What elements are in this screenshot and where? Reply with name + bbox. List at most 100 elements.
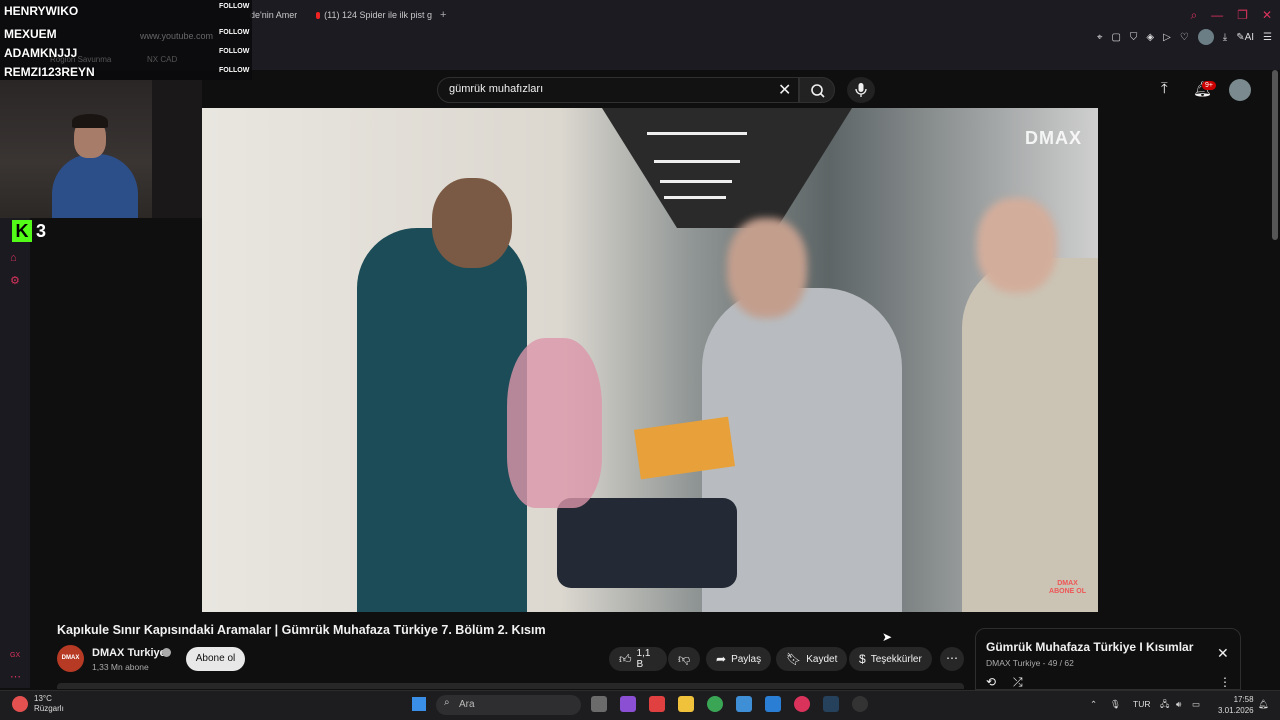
- video-scene-light: [660, 180, 732, 183]
- clear-search-icon[interactable]: ✕: [778, 80, 791, 100]
- video-scene-officer: [357, 228, 527, 612]
- follow-button[interactable]: FOLLOW: [219, 29, 249, 36]
- battery-icon[interactable]: ▭: [1192, 699, 1200, 710]
- cube-icon[interactable]: ◈: [1146, 32, 1154, 43]
- search-button[interactable]: [799, 77, 835, 103]
- copilot-icon[interactable]: [620, 696, 636, 712]
- follow-button[interactable]: FOLLOW: [219, 67, 249, 74]
- video-scene-suitcase: [557, 498, 737, 588]
- chat-overlay: www.youtube.com Rogion Savunma NX CAD HE…: [0, 0, 252, 80]
- more-actions-button[interactable]: ⋯: [940, 647, 964, 671]
- more-icon[interactable]: ⋯: [10, 670, 21, 683]
- task-view-icon[interactable]: [591, 696, 607, 712]
- video-scene-traveler-head: [977, 198, 1057, 293]
- language-indicator[interactable]: TUR: [1133, 699, 1150, 709]
- notifications-badge: 9+: [1202, 81, 1216, 90]
- mail-icon[interactable]: [765, 696, 781, 712]
- follow-button[interactable]: FOLLOW: [219, 48, 249, 55]
- windows-start-icon[interactable]: [412, 697, 426, 711]
- chrome-icon[interactable]: [707, 696, 723, 712]
- youtube-icon: [316, 11, 321, 19]
- upload-icon[interactable]: ⤒: [1161, 80, 1168, 97]
- microphone-icon: [855, 83, 867, 97]
- description-box[interactable]: [57, 683, 964, 689]
- profile-avatar[interactable]: [1197, 29, 1214, 45]
- chat-username: MEXUEM: [4, 27, 57, 41]
- maximize-button[interactable]: ❐: [1237, 8, 1248, 23]
- save-label: Kaydet: [806, 653, 838, 665]
- new-tab-button[interactable]: +: [440, 9, 446, 21]
- app-icon[interactable]: [649, 696, 665, 712]
- minimize-button[interactable]: —: [1211, 8, 1223, 23]
- file-explorer-icon[interactable]: [678, 696, 694, 712]
- video-player[interactable]: DMAX DMAX ABONE OL: [202, 108, 1098, 612]
- clock-date: 3.01.2026: [1218, 706, 1254, 715]
- ai-icon[interactable]: ✎AI: [1236, 32, 1254, 43]
- chat-username: HENRYWIKO: [4, 4, 79, 18]
- github-icon[interactable]: [852, 696, 868, 712]
- clock-time: 17:58: [1233, 695, 1254, 704]
- taskbar-search[interactable]: [436, 695, 581, 715]
- kick-logo-icon: K: [12, 220, 32, 242]
- play-icon[interactable]: ▷: [1163, 32, 1171, 43]
- playlist-more-icon[interactable]: ⋮: [1219, 675, 1231, 689]
- store-icon[interactable]: [736, 696, 752, 712]
- home-icon[interactable]: ⌂: [10, 252, 17, 264]
- playlist-subtitle: DMAX Turkiye - 49 / 62: [986, 658, 1074, 668]
- playlist-title[interactable]: Gümrük Muhafaza Türkiye I Kısımlar: [986, 640, 1193, 654]
- account-avatar[interactable]: [1229, 79, 1251, 101]
- like-button[interactable]: 👍︎ 1,1 B: [609, 647, 667, 671]
- heart-icon[interactable]: ♡: [1180, 32, 1189, 43]
- thanks-button[interactable]: $ Teşekkürler: [849, 647, 932, 671]
- channel-avatar-text: DMAX: [61, 655, 80, 661]
- video-scene-ceiling: [602, 108, 852, 228]
- channel-avatar[interactable]: DMAX: [57, 645, 84, 672]
- mouse-cursor-icon: ➤: [882, 630, 893, 644]
- volume-icon[interactable]: 🔊︎: [1176, 699, 1181, 710]
- gx-icon[interactable]: GX: [10, 652, 20, 659]
- notification-center-icon[interactable]: 🔔︎: [1258, 699, 1269, 710]
- download-icon[interactable]: ⤓: [1223, 32, 1227, 43]
- weather-temperature: 13°C: [34, 694, 52, 703]
- system-clock[interactable]: 17:58 3.01.2026: [1218, 694, 1254, 716]
- subscribe-watermark[interactable]: DMAX ABONE OL: [1049, 580, 1086, 596]
- opera-gx-icon[interactable]: [794, 696, 810, 712]
- video-scene-bag: [507, 338, 602, 508]
- menu-icon[interactable]: ☰: [1263, 32, 1272, 43]
- windows-taskbar: [0, 690, 1280, 720]
- page-scrollbar[interactable]: [1272, 70, 1278, 240]
- share-button[interactable]: ➦ Paylaş: [706, 647, 772, 671]
- channel-name[interactable]: DMAX Turkiye: [92, 647, 166, 659]
- voice-search-button[interactable]: [847, 77, 875, 103]
- search-icon: ⌕: [444, 697, 450, 708]
- network-icon[interactable]: 🖧: [1160, 699, 1169, 713]
- video-title: Kapıkule Sınır Kapısındaki Aramalar | Gü…: [57, 623, 546, 637]
- subscribe-button[interactable]: Abone ol: [186, 647, 245, 671]
- weather-widget[interactable]: 13°C Rüzgarlı: [34, 694, 64, 714]
- chat-username: REMZI123REYN: [4, 65, 95, 79]
- pin-icon[interactable]: ⌖: [1097, 32, 1103, 43]
- close-playlist-icon[interactable]: ✕: [1217, 645, 1229, 662]
- browser-tab[interactable]: de'nin Amer: [250, 6, 297, 24]
- webcam-person-body: [52, 154, 138, 218]
- browser-tab-active[interactable]: (11) 124 Spider ile ilk pist g: [316, 6, 432, 24]
- shuffle-icon[interactable]: ⤮: [1013, 675, 1023, 690]
- video-scene-light: [647, 132, 747, 135]
- settings-icon[interactable]: ⚙: [10, 274, 20, 287]
- search-icon[interactable]: ⌕: [1190, 8, 1197, 23]
- channel-watermark: DMAX: [1025, 128, 1082, 148]
- dislike-button[interactable]: 👎︎: [668, 647, 700, 671]
- weather-icon[interactable]: [12, 696, 28, 712]
- shield-icon[interactable]: ⛉: [1130, 32, 1138, 43]
- snapshot-icon[interactable]: ▢: [1111, 32, 1120, 43]
- microphone-icon[interactable]: 🎙︎: [1110, 699, 1121, 710]
- close-button[interactable]: ✕: [1262, 8, 1272, 23]
- loop-icon[interactable]: ⟲: [986, 675, 996, 689]
- follow-button[interactable]: FOLLOW: [219, 3, 249, 10]
- super-thanks-icon: $: [859, 652, 866, 666]
- thanks-label: Teşekkürler: [870, 653, 922, 665]
- toolbar-icons: ⌖ ▢ ⛉ ◈ ▷ ♡ ⤓ ✎AI ☰: [1097, 29, 1272, 45]
- steam-icon[interactable]: [823, 696, 839, 712]
- tray-overflow-icon[interactable]: ⌃: [1090, 699, 1097, 710]
- save-button[interactable]: 🔖︎ Kaydet: [776, 647, 848, 671]
